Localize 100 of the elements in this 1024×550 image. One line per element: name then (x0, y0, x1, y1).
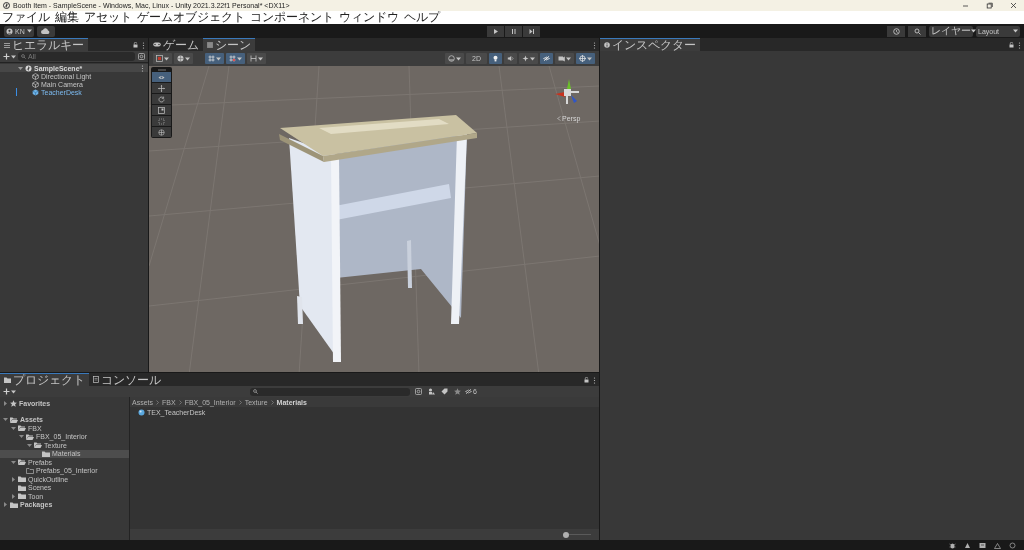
history-icon (892, 27, 900, 35)
panel-tab[interactable]: シーン (203, 38, 255, 51)
search-icon (21, 54, 26, 59)
bug-icon (949, 541, 956, 549)
menu-item[interactable]: ゲームオブジェクト (137, 11, 245, 24)
toolbar-button[interactable] (489, 53, 502, 64)
play-icon (492, 28, 499, 35)
sync-icon (1009, 541, 1016, 549)
toolbar-button[interactable] (504, 53, 517, 64)
caret-icon (216, 56, 221, 61)
type-filter-button[interactable] (426, 387, 436, 396)
menu-item[interactable]: 編集 (55, 11, 79, 24)
tool-button[interactable] (152, 105, 171, 115)
star-icon (10, 399, 17, 407)
search-field[interactable] (250, 387, 410, 396)
light-bulb-icon (492, 55, 499, 62)
cloud-button[interactable] (36, 25, 55, 37)
more-icon (142, 41, 145, 49)
layers-dropdown[interactable]: レイヤー (929, 25, 973, 37)
lock-icon (133, 42, 138, 48)
tool-button[interactable] (152, 72, 171, 82)
caret-icon (237, 56, 242, 61)
tag-icon (440, 388, 448, 395)
expanded-arrow-icon (18, 65, 23, 71)
restore-icon (986, 2, 993, 9)
shapes-icon (427, 388, 435, 395)
user-icon (6, 27, 13, 35)
panel-tab[interactable]: ヒエラルキー (0, 38, 88, 51)
chevron-right-icon (238, 399, 242, 405)
add-button[interactable] (3, 388, 16, 395)
collapsed-arrow-icon (11, 476, 16, 482)
more-icon (1018, 41, 1021, 49)
more-icon (593, 376, 596, 384)
toolbar-button[interactable] (576, 53, 595, 64)
step-icon (528, 28, 535, 35)
menu-item[interactable]: ウィンドウ (339, 11, 399, 24)
more-icon (141, 64, 144, 72)
menu-item[interactable]: ファイル (2, 11, 50, 24)
console-icon (93, 376, 99, 383)
plus-icon (3, 53, 10, 60)
chevron-left-icon (557, 116, 561, 121)
caret-icon (185, 56, 190, 61)
speaker-icon (507, 55, 514, 62)
sphere-icon (177, 55, 184, 62)
chevron-right-icon (178, 399, 182, 405)
panel-tab[interactable]: インスペクター (600, 38, 700, 51)
hidden-eye-icon (543, 55, 550, 62)
add-button[interactable] (3, 53, 16, 60)
align-icon (250, 55, 257, 62)
favorite-button[interactable] (452, 387, 462, 396)
caret-icon (456, 56, 462, 61)
folder-icon (42, 450, 50, 457)
search-by-type-button[interactable] (413, 387, 423, 396)
toolbar-button[interactable] (205, 53, 224, 64)
history-button[interactable] (887, 25, 905, 37)
menu-item[interactable]: ヘルプ (404, 11, 440, 24)
pause-button[interactable] (505, 26, 522, 37)
caret-icon (587, 56, 592, 61)
panel-tab[interactable]: プロジェクト (0, 373, 89, 386)
play-button[interactable] (487, 26, 504, 37)
tool-button[interactable] (152, 94, 171, 104)
menu-item[interactable]: アセット (84, 11, 132, 24)
folder-icon (4, 377, 11, 383)
menu-item[interactable]: コンポーネント (250, 11, 334, 24)
caret-icon (1013, 29, 1018, 33)
open-folder-icon (10, 416, 18, 423)
toolbar-button[interactable] (153, 53, 172, 64)
caret-icon (164, 56, 169, 61)
toolbar-button[interactable] (445, 53, 465, 64)
expanded-arrow-icon (11, 459, 16, 465)
search-icon (913, 27, 921, 35)
transform-icon (158, 128, 165, 136)
pause-icon (510, 28, 517, 35)
caret-icon (11, 54, 16, 59)
search-button[interactable] (908, 25, 926, 37)
camera-icon (558, 55, 565, 62)
caret-icon (530, 56, 535, 61)
rect-tool-icon (158, 117, 165, 125)
toolbar-button[interactable] (247, 53, 266, 64)
toolbar-button[interactable] (226, 53, 245, 64)
shaded-icon (156, 55, 163, 62)
toolbar-button[interactable] (174, 53, 193, 64)
unity-logo-icon (3, 2, 10, 9)
caret-icon (258, 56, 263, 61)
step-button[interactable] (523, 26, 540, 37)
toolbar-button[interactable] (540, 53, 553, 64)
toolbar-button[interactable] (555, 53, 574, 64)
label-filter-button[interactable] (439, 387, 449, 396)
filter-icon (414, 388, 422, 395)
toolbar-button[interactable] (519, 53, 538, 64)
network-icon (994, 541, 1001, 549)
cloud-icon (41, 28, 51, 34)
filter-button[interactable] (137, 52, 145, 61)
collapsed-arrow-icon (3, 400, 8, 406)
chevron-right-icon (270, 399, 274, 405)
caret-icon (971, 29, 976, 33)
plus-icon (3, 388, 10, 395)
caret-icon (11, 389, 16, 394)
tool-button[interactable] (152, 83, 171, 93)
tool-button[interactable] (152, 127, 171, 137)
